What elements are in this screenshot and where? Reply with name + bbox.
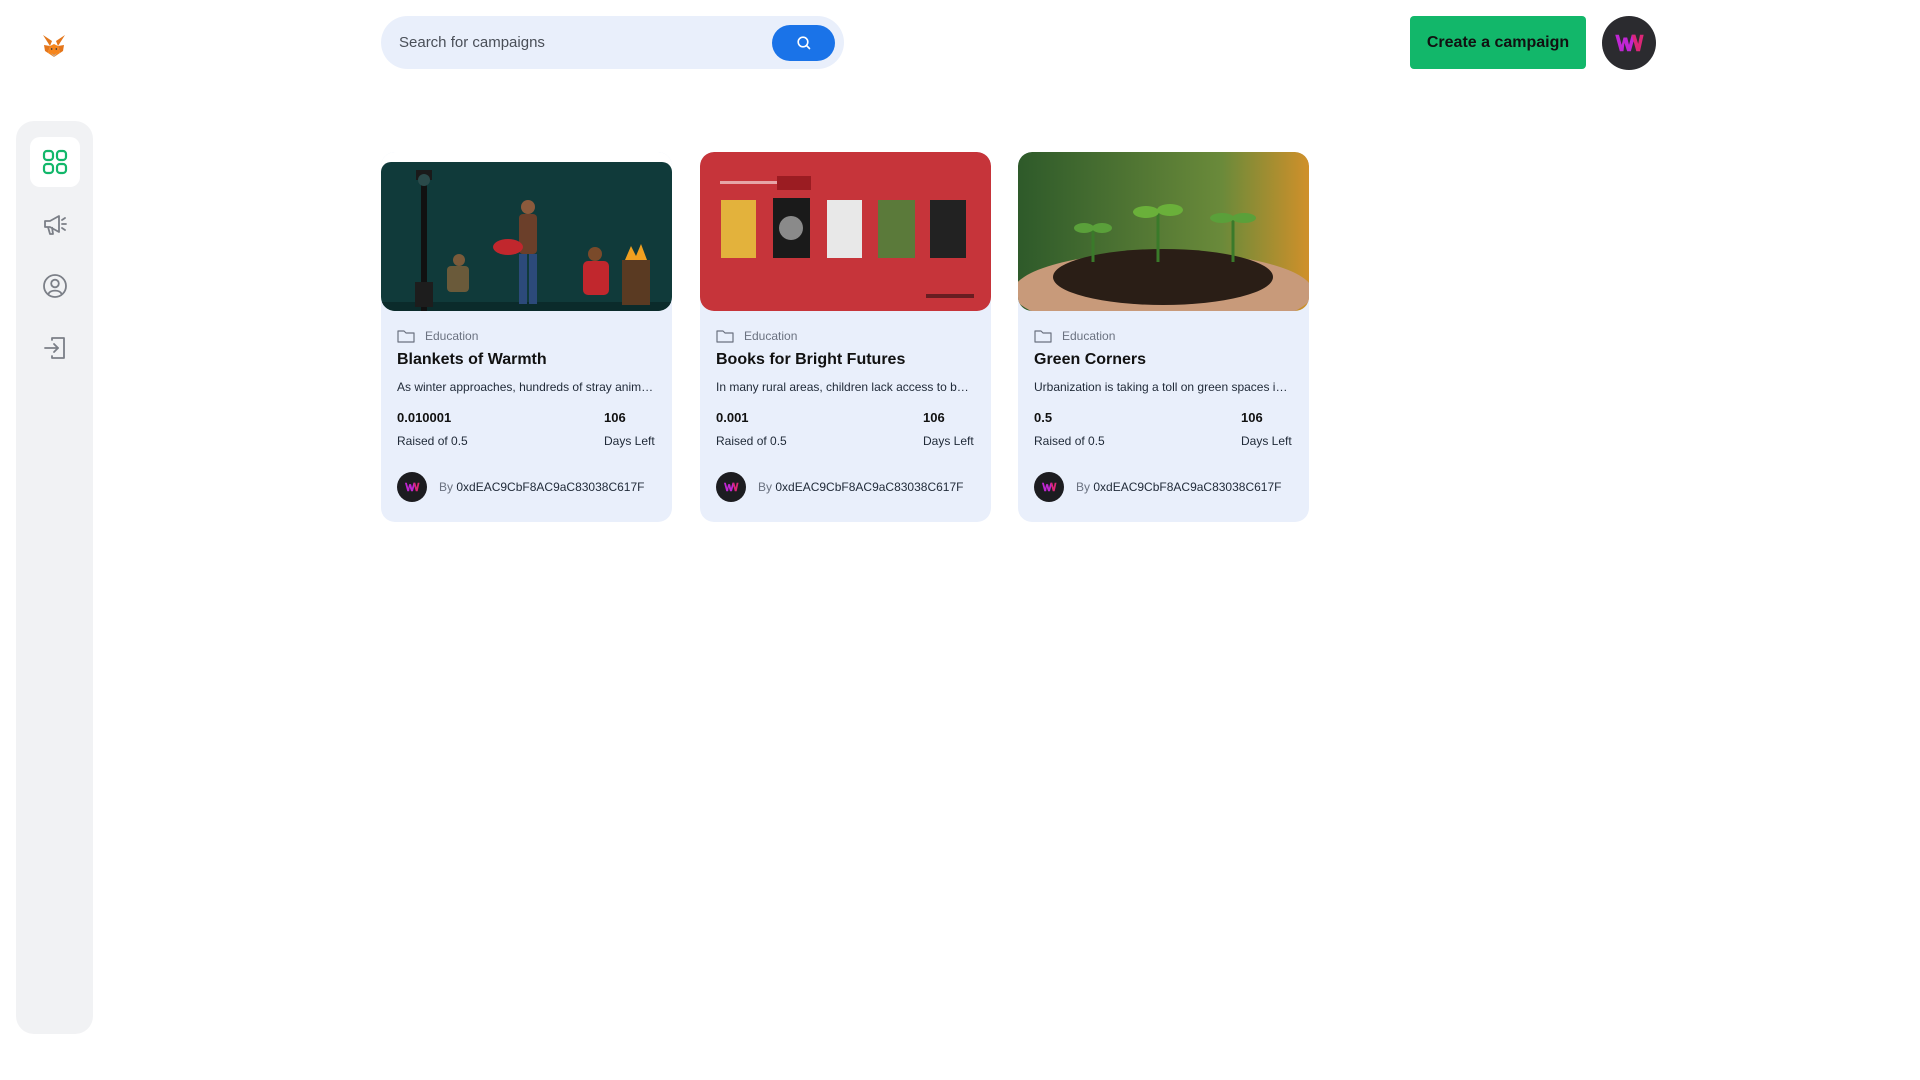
campaign-description: In many rural areas, children lack acces…: [716, 380, 973, 394]
folder-icon: [716, 330, 734, 343]
days-left-label: Days Left: [1241, 434, 1292, 448]
category-label: Education: [1062, 329, 1116, 343]
folder-icon: [1034, 330, 1052, 343]
days-left-value: 106: [604, 410, 626, 425]
owner-avatar: [716, 472, 746, 502]
sidebar-item-dashboard[interactable]: [29, 137, 80, 187]
sidebar-item-campaign[interactable]: [30, 199, 80, 249]
campaign-title: Books for Bright Futures: [716, 351, 906, 368]
raised-amount: 0.5: [1034, 410, 1053, 425]
brand-w-icon: [723, 482, 739, 492]
search-button[interactable]: [772, 24, 835, 61]
raised-amount: 0.001: [716, 410, 749, 425]
folder-icon: [397, 330, 415, 343]
days-left-value: 106: [923, 410, 945, 425]
days-left-value: 106: [1241, 410, 1263, 425]
search-bar: [381, 16, 844, 69]
owner-address: 0xdEAC9CbF8AC9aC83038C617F: [456, 480, 645, 494]
campaign-category: Education: [1034, 329, 1293, 343]
sidebar: [16, 121, 93, 1034]
campaign-description: As winter approaches, hundreds of stray …: [397, 380, 654, 394]
owner-address: 0xdEAC9CbF8AC9aC83038C617F: [775, 480, 964, 494]
search-input[interactable]: [397, 16, 772, 69]
create-campaign-button[interactable]: Create a campaign: [1410, 16, 1586, 69]
raised-amount: 0.010001: [397, 410, 452, 425]
dashboard-grid-icon: [42, 149, 67, 175]
owner-avatar: [1034, 472, 1064, 502]
logout-icon: [43, 337, 65, 359]
search-icon: [796, 35, 810, 49]
campaign-owner: By 0xdEAC9CbF8AC9aC83038C617F: [758, 480, 972, 494]
days-left-label: Days Left: [604, 434, 655, 448]
campaign-owner: By 0xdEAC9CbF8AC9aC83038C617F: [1076, 480, 1290, 494]
raised-label: Raised of 0.5: [397, 434, 468, 448]
raised-label: Raised of 0.5: [1034, 434, 1105, 448]
brand-w-icon: [1041, 482, 1057, 492]
owner-address: 0xdEAC9CbF8AC9aC83038C617F: [1093, 480, 1282, 494]
owner-prefix: By: [758, 480, 773, 494]
owner-prefix: By: [1076, 480, 1091, 494]
campaign-card[interactable]: Education Green Corners Urbanization is …: [1018, 152, 1309, 522]
campaign-image: [700, 152, 991, 311]
campaign-title: Green Corners: [1034, 351, 1147, 368]
profile-icon: [42, 274, 67, 298]
raised-label: Raised of 0.5: [716, 434, 787, 448]
campaign-card[interactable]: Education Books for Bright Futures In ma…: [700, 152, 991, 522]
campaign-owner: By 0xdEAC9CbF8AC9aC83038C617F: [439, 480, 653, 494]
campaign-description: Urbanization is taking a toll on green s…: [1034, 380, 1291, 394]
megaphone-icon: [43, 215, 67, 235]
campaign-title: Blankets of Warmth: [397, 351, 547, 368]
campaign-category: Education: [716, 329, 975, 343]
category-label: Education: [425, 329, 479, 343]
owner-prefix: By: [439, 480, 454, 494]
sidebar-item-profile[interactable]: [30, 261, 80, 311]
campaign-image: [1018, 152, 1309, 311]
fox-logo-icon[interactable]: [40, 32, 68, 60]
avatar[interactable]: [1602, 16, 1656, 70]
campaign-image: [381, 152, 672, 311]
sidebar-item-logout[interactable]: [30, 323, 80, 373]
category-label: Education: [744, 329, 798, 343]
owner-avatar: [397, 472, 427, 502]
brand-w-icon: [1615, 34, 1644, 52]
campaign-category: Education: [397, 329, 656, 343]
days-left-label: Days Left: [923, 434, 974, 448]
campaign-card[interactable]: Education Blankets of Warmth As winter a…: [381, 152, 672, 522]
brand-w-icon: [404, 482, 420, 492]
